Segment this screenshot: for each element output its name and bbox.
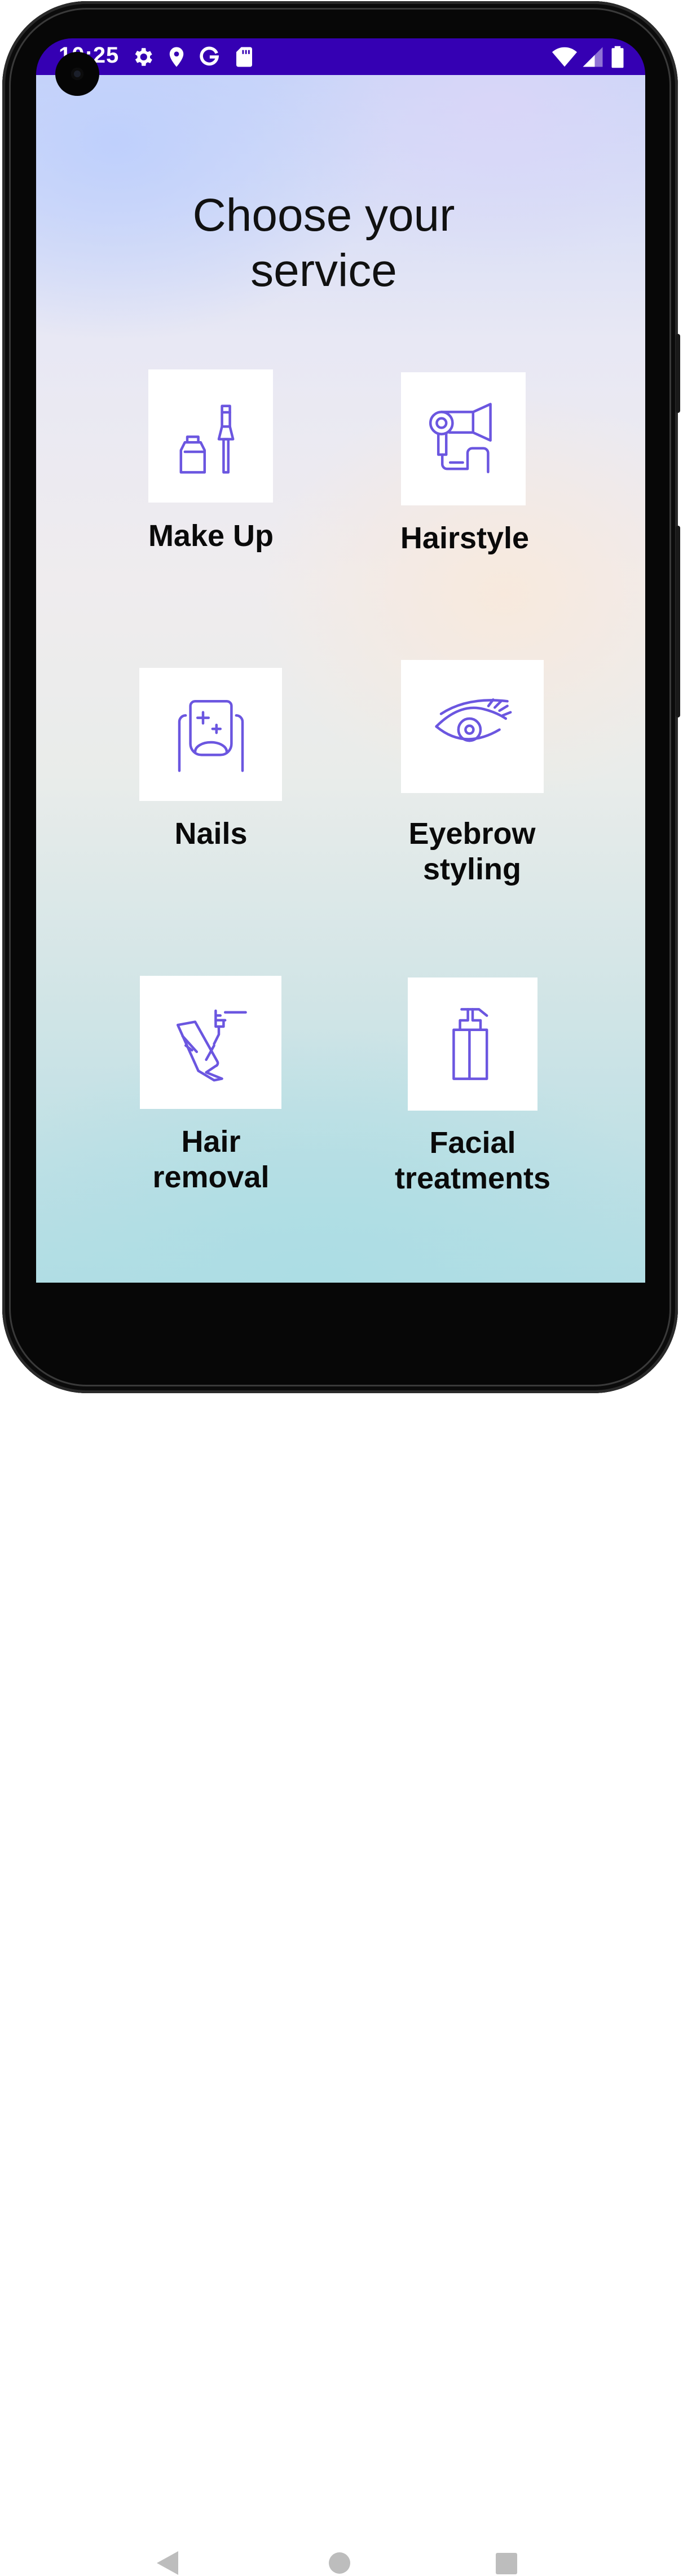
service-label: Eyebrow styling <box>408 817 536 886</box>
front-camera <box>55 52 99 96</box>
service-icon-box[interactable] <box>408 977 537 1111</box>
service-label: Facial treatments <box>394 1126 551 1195</box>
service-screen: Choose your service Make Up Hairstyle Na… <box>36 75 645 1283</box>
wifi-icon <box>552 47 578 67</box>
back-icon[interactable] <box>156 2550 179 2576</box>
recents-icon[interactable] <box>495 2552 518 2575</box>
volume-button <box>676 526 680 717</box>
sd-card-icon <box>236 47 252 67</box>
eye-icon <box>434 698 512 742</box>
status-bar: 10:25 <box>36 38 645 75</box>
battery-icon <box>611 46 624 68</box>
location-pin-icon <box>169 47 184 67</box>
google-icon <box>200 46 219 66</box>
power-button <box>676 334 680 413</box>
phone-frame: 10:25 <box>2 1 680 2575</box>
service-label: Make Up <box>148 519 274 553</box>
camera-lens <box>71 68 83 80</box>
nail-icon <box>178 699 244 772</box>
service-label: Hairstyle <box>400 521 530 555</box>
page-title: Choose your service <box>192 190 455 296</box>
home-icon[interactable] <box>328 2552 351 2574</box>
gear-icon <box>135 48 152 66</box>
service-label: Nails <box>174 817 248 851</box>
cell-signal-icon <box>583 47 603 67</box>
service-label: Hair removal <box>152 1125 270 1194</box>
service-icon-box[interactable] <box>140 976 281 1109</box>
nail-polish-icon <box>179 404 234 474</box>
laser-hair-removal-icon <box>176 1009 247 1082</box>
service-icon-box[interactable] <box>401 372 526 505</box>
pump-bottle-icon <box>452 1008 488 1080</box>
hair-dryer-icon <box>429 403 492 474</box>
service-icon-box[interactable] <box>139 668 282 801</box>
screen: 10:25 <box>36 38 645 1283</box>
service-icon-box[interactable] <box>401 660 544 793</box>
service-icon-box[interactable] <box>148 369 273 503</box>
